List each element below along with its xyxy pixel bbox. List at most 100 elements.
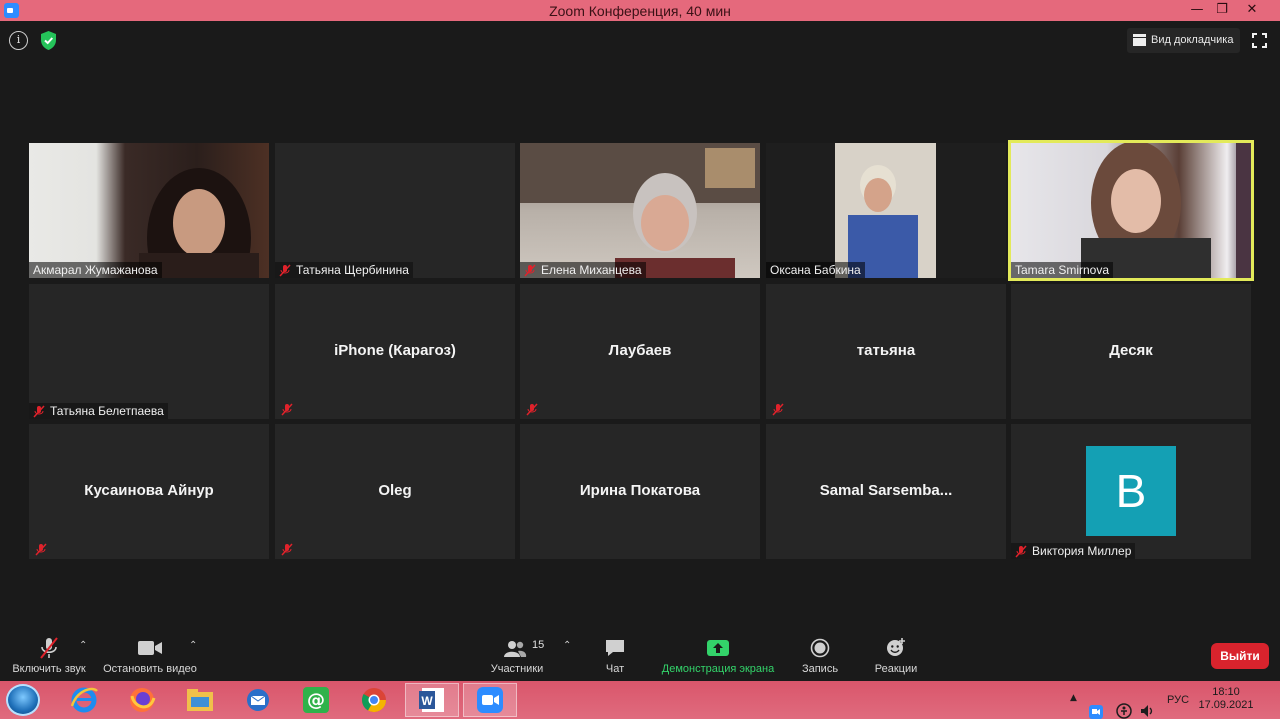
participant-name: Лаубаев [608, 342, 672, 359]
reactions-button[interactable]: Реакции [870, 628, 922, 680]
tray-expand-icon[interactable]: ▲ [1070, 693, 1077, 719]
windows-taskbar: @ W ▲ РУС 18:10 17.09.2021 [0, 681, 1280, 719]
zoom-window: Zoom Конференция, 40 мин — ❐ ✕ i Вид док… [0, 0, 1280, 719]
participant-tile[interactable]: Татьяна Щербинина [275, 143, 515, 278]
stop-video-button[interactable]: Остановить видео [100, 628, 200, 680]
participants-button[interactable]: 15 Участники [485, 628, 549, 680]
volume-icon[interactable] [1139, 692, 1155, 719]
ie-icon [70, 687, 98, 713]
taskbar-app[interactable] [173, 683, 227, 717]
svg-text:@: @ [307, 690, 325, 711]
video-options-caret-icon[interactable]: ⌃ [189, 640, 197, 651]
minimize-button[interactable]: — [1183, 0, 1211, 21]
participant-tile[interactable]: Акмарал Жумажанова [29, 143, 269, 278]
participant-tile[interactable]: Татьяна Белетпаева [29, 284, 269, 419]
meeting-toolbar: Включить звук ⌃ Остановить видео ⌃ 15 Уч… [0, 628, 1280, 680]
participants-count: 15 [532, 639, 545, 651]
participant-name: Кусаинова Айнур [84, 482, 214, 499]
maximize-button[interactable]: ❐ [1208, 0, 1236, 21]
participant-tile[interactable]: Елена Миханцева [520, 143, 760, 278]
participant-name: татьяна [856, 342, 916, 359]
participant-name: Ирина Покатова [579, 482, 701, 499]
taskbar-app-active[interactable] [463, 683, 517, 717]
chat-icon [606, 640, 624, 656]
participant-video [520, 143, 760, 278]
participant-tile[interactable]: B Виктория Миллер [1011, 424, 1251, 559]
participant-name: Татьяна Белетпаева [50, 404, 164, 418]
participant-name: Елена Миханцева [541, 263, 642, 277]
clock-date: 17.09.2021 [1198, 699, 1254, 711]
reactions-label: Реакции [874, 663, 918, 675]
participant-name: Виктория Миллер [1032, 544, 1132, 558]
participant-avatar: B [1086, 446, 1176, 536]
participant-name: Tamara Smirnova [1015, 263, 1110, 277]
participant-name: Oleg [378, 482, 412, 499]
participant-tile[interactable]: Оксана Бабкина [766, 143, 1006, 278]
unmute-button[interactable]: Включить звук [5, 628, 93, 680]
unmute-label: Включить звук [12, 663, 86, 675]
participant-video [1081, 143, 1251, 278]
speaker-view-button[interactable]: Вид докладчика [1127, 28, 1240, 53]
close-button[interactable]: ✕ [1238, 0, 1266, 21]
taskbar-app[interactable] [115, 683, 169, 717]
taskbar-app[interactable] [347, 683, 401, 717]
participant-tile[interactable]: iPhone (Карагоз) [275, 284, 515, 419]
participant-name: iPhone (Карагоз) [334, 342, 456, 359]
speaker-view-label: Вид докладчика [1151, 34, 1234, 46]
meeting-info-icon[interactable]: i [9, 31, 28, 50]
taskbar-clock[interactable]: 18:10 17.09.2021 [1196, 686, 1256, 712]
participant-tile[interactable]: Лаубаев [520, 284, 760, 419]
participant-name-tag: Оксана Бабкина [766, 262, 865, 278]
participant-tile[interactable]: Ирина Покатова [520, 424, 760, 559]
record-button[interactable]: Запись [797, 628, 843, 680]
muted-mic-icon [772, 403, 784, 416]
participant-name: Samal Sarsemba... [819, 482, 953, 499]
muted-mic-icon [279, 263, 291, 277]
taskbar-app[interactable]: @ [289, 683, 343, 717]
participant-tile[interactable]: Кусаинова Айнур [29, 424, 269, 559]
fullscreen-icon[interactable] [1252, 33, 1267, 48]
language-indicator[interactable]: РУС [1167, 694, 1189, 719]
chat-label: Чат [605, 663, 625, 675]
chat-button[interactable]: Чат [595, 628, 635, 680]
leave-button[interactable]: Выйти [1211, 643, 1269, 669]
stop-video-label: Остановить видео [103, 663, 197, 675]
participants-label: Участники [490, 663, 544, 675]
security-shield-icon[interactable] [39, 30, 58, 51]
mail-ru-agent-icon: @ [303, 687, 329, 713]
zoom-icon [477, 687, 503, 713]
speaker-view-icon [1133, 34, 1146, 46]
taskbar-app-active[interactable]: W [405, 683, 459, 717]
participants-options-caret-icon[interactable]: ⌃ [563, 640, 571, 651]
participant-video [835, 143, 936, 278]
mail-icon [247, 689, 269, 711]
participant-tile[interactable]: Samal Sarsemba... [766, 424, 1006, 559]
muted-mic-icon [281, 403, 293, 416]
participant-tile[interactable]: Oleg [275, 424, 515, 559]
participant-name-tag: Tamara Smirnova [1011, 262, 1114, 278]
accessibility-tray-icon[interactable] [1116, 692, 1132, 719]
participant-tile[interactable]: Десяк [1011, 284, 1251, 419]
participant-tile-active-speaker[interactable]: Tamara Smirnova [1008, 140, 1254, 281]
zoom-tray-icon[interactable] [1089, 693, 1103, 719]
share-screen-label: Демонстрация экрана [661, 663, 775, 675]
taskbar-app[interactable] [231, 683, 285, 717]
participant-name: Татьяна Щербинина [296, 263, 409, 277]
participants-icon [504, 641, 527, 657]
participant-name-tag: Татьяна Щербинина [275, 262, 413, 278]
reactions-smiley-icon [887, 638, 905, 656]
word-icon: W [419, 688, 444, 712]
window-title: Zoom Конференция, 40 мин [549, 3, 731, 19]
start-button[interactable] [6, 684, 40, 716]
muted-mic-icon [40, 637, 58, 659]
participant-name-tag: Виктория Миллер [1011, 543, 1136, 559]
share-screen-button[interactable]: Демонстрация экрана [656, 628, 780, 680]
svg-text:W: W [421, 694, 433, 708]
audio-options-caret-icon[interactable]: ⌃ [79, 640, 87, 651]
share-screen-icon [707, 640, 729, 656]
explorer-icon [187, 689, 213, 711]
taskbar-app[interactable] [57, 683, 111, 717]
participant-name-tag: Акмарал Жумажанова [29, 262, 162, 278]
participant-tile[interactable]: татьяна [766, 284, 1006, 419]
muted-mic-icon [524, 263, 536, 277]
